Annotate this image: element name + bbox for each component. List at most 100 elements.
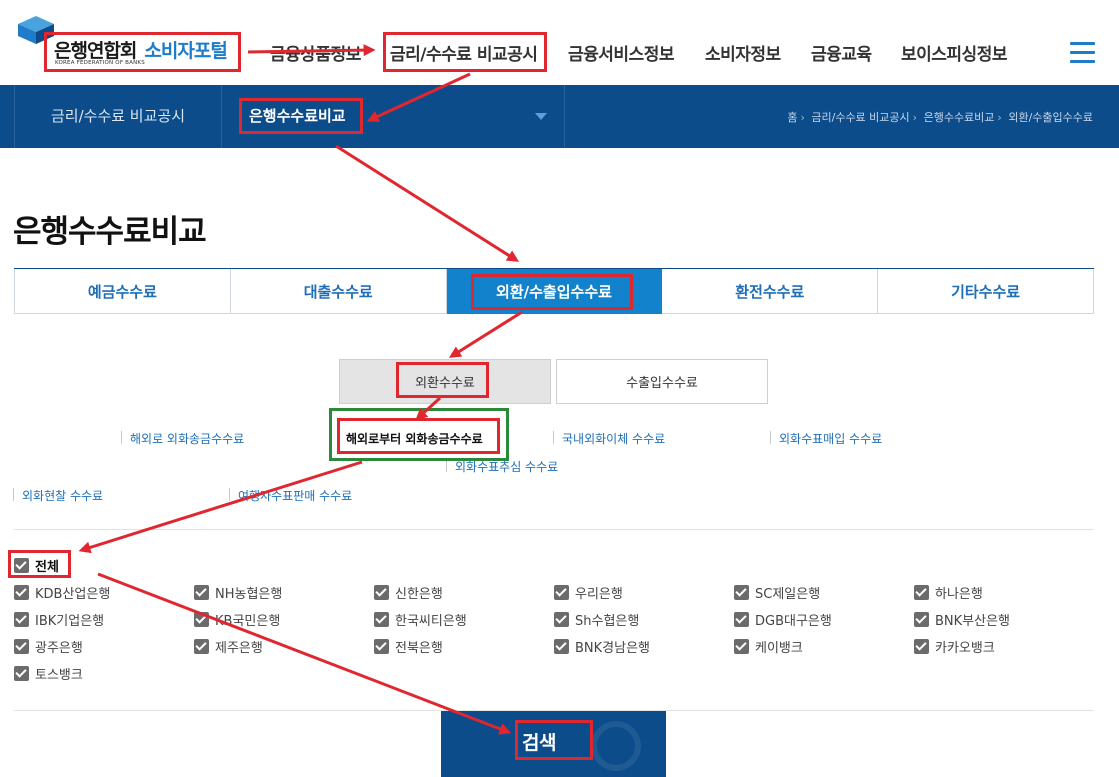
annotation-arrow: [97, 572, 512, 735]
checkbox-bank[interactable]: BNK부산은행: [914, 610, 1010, 629]
annotation-box-search: [515, 720, 593, 760]
checkbox-bank[interactable]: 한국씨티은행: [374, 610, 467, 629]
checkbox-bank-label: 토스뱅크: [35, 668, 83, 683]
fee-link-travelers-check[interactable]: 여행자수표판매 수수료: [228, 487, 352, 504]
gnb-service-info[interactable]: 금융서비스정보: [568, 40, 674, 65]
checkbox-checked-icon: [914, 639, 929, 654]
checkbox-bank-label: 제주은행: [215, 641, 263, 656]
checkbox-bank[interactable]: Sh수협은행: [554, 610, 639, 629]
checkbox-bank[interactable]: 광주은행: [14, 637, 83, 656]
breadcrumb-item[interactable]: 외환/수출입수수료: [1008, 111, 1093, 124]
checkbox-bank[interactable]: 제주은행: [194, 637, 263, 656]
checkbox-checked-icon: [374, 585, 389, 600]
annotation-arrow: [78, 460, 363, 554]
chevron-right-icon: ›: [912, 111, 918, 124]
tab-other-fee[interactable]: 기타수수료: [878, 269, 1094, 314]
checkbox-checked-icon: [734, 639, 749, 654]
checkbox-checked-icon: [734, 612, 749, 627]
checkbox-bank[interactable]: 우리은행: [554, 583, 623, 602]
checkbox-bank-label: 한국씨티은행: [395, 614, 467, 629]
checkbox-checked-icon: [374, 612, 389, 627]
checkbox-checked-icon: [554, 612, 569, 627]
checkbox-bank[interactable]: 하나은행: [914, 583, 983, 602]
fee-link-outward-remittance[interactable]: 해외로 외화송금수수료: [120, 430, 244, 447]
magnifier-icon: [591, 721, 641, 771]
checkbox-bank-label: KB국민은행: [215, 614, 281, 629]
checkbox-bank[interactable]: 전북은행: [374, 637, 443, 656]
subnav-current-dropdown[interactable]: 은행수수료비교: [223, 85, 565, 148]
chevron-right-icon: ›: [800, 111, 805, 124]
checkbox-checked-icon: [14, 639, 29, 654]
breadcrumb-home[interactable]: 홈: [787, 111, 797, 124]
annotation-box-subnav: [239, 98, 363, 134]
tab-exchange-fee[interactable]: 환전수수료: [662, 269, 879, 314]
subnav-section[interactable]: 금리/수수료 비교공시: [14, 85, 222, 148]
annotation-box-gnb: [383, 32, 547, 72]
checkbox-checked-icon: [554, 639, 569, 654]
checkbox-bank[interactable]: KB국민은행: [194, 610, 280, 629]
fee-link-check-purchase[interactable]: 외화수표매입 수수료: [769, 430, 882, 447]
annotation-box-logo: [44, 32, 241, 72]
annotation-box-subtab: [396, 362, 489, 398]
fee-link-cash[interactable]: 외화현찰 수수료: [12, 487, 103, 504]
checkbox-checked-icon: [14, 585, 29, 600]
checkbox-bank-label: 신한은행: [395, 587, 443, 602]
tab-loan-fee[interactable]: 대출수수료: [231, 269, 447, 314]
checkbox-checked-icon: [374, 639, 389, 654]
checkbox-bank[interactable]: NH농협은행: [194, 583, 282, 602]
checkbox-bank-label: 우리은행: [575, 587, 623, 602]
sub-navigation-bar: 금리/수수료 비교공시 은행수수료비교 홈 › 금리/수수료 비교공시 › 은행수수…: [0, 85, 1119, 148]
checkbox-bank[interactable]: 케이뱅크: [734, 637, 803, 656]
annotation-box-tab: [471, 274, 633, 310]
annotation-arrow: [448, 310, 523, 358]
annotation-arrow: [335, 144, 520, 262]
checkbox-bank-label: 하나은행: [935, 587, 983, 602]
checkbox-bank[interactable]: DGB대구은행: [734, 610, 832, 629]
checkbox-bank[interactable]: IBK기업은행: [14, 610, 104, 629]
checkbox-bank[interactable]: BNK경남은행: [554, 637, 650, 656]
gnb-financial-education[interactable]: 금융교육: [811, 40, 872, 65]
checkbox-checked-icon: [914, 585, 929, 600]
checkbox-bank-label: 전북은행: [395, 641, 443, 656]
checkbox-bank-label: 광주은행: [35, 641, 83, 656]
checkbox-checked-icon: [14, 612, 29, 627]
checkbox-bank[interactable]: 토스뱅크: [14, 664, 83, 683]
hamburger-menu-icon[interactable]: [1070, 42, 1095, 64]
checkbox-bank[interactable]: KDB산업은행: [14, 583, 110, 602]
checkbox-bank[interactable]: SC제일은행: [734, 583, 820, 602]
checkbox-checked-icon: [194, 612, 209, 627]
checkbox-checked-icon: [914, 612, 929, 627]
checkbox-checked-icon: [14, 666, 29, 681]
chevron-right-icon: ›: [997, 111, 1002, 124]
checkbox-bank-label: Sh수협은행: [575, 614, 640, 629]
gnb-voice-phishing[interactable]: 보이스피싱정보: [901, 40, 1007, 65]
checkbox-bank[interactable]: 카카오뱅크: [914, 637, 995, 656]
page-title: 은행수수료비교: [13, 214, 207, 250]
tab-deposit-fee[interactable]: 예금수수료: [14, 269, 231, 314]
divider: [14, 529, 1094, 530]
chevron-down-icon: [535, 113, 547, 120]
checkbox-bank-label: NH농협은행: [215, 587, 283, 602]
breadcrumb-item[interactable]: 은행수수료비교: [924, 111, 995, 124]
checkbox-checked-icon: [554, 585, 569, 600]
subtab-trade-fee[interactable]: 수출입수수료: [556, 359, 768, 404]
checkbox-bank[interactable]: 신한은행: [374, 583, 443, 602]
breadcrumb-item[interactable]: 금리/수수료 비교공시: [811, 111, 909, 124]
checkbox-checked-icon: [734, 585, 749, 600]
checkbox-checked-icon: [194, 639, 209, 654]
checkbox-bank-label: KDB산업은행: [35, 587, 111, 602]
checkbox-bank-label: 케이뱅크: [755, 641, 803, 656]
checkbox-bank-label: DGB대구은행: [755, 614, 832, 629]
gnb-consumer-info[interactable]: 소비자정보: [705, 40, 781, 65]
checkbox-bank-label: BNK부산은행: [935, 614, 1011, 629]
breadcrumb: 홈 › 금리/수수료 비교공시 › 은행수수료비교 › 외환/수출입수수료: [787, 109, 1093, 125]
checkbox-bank-label: 카카오뱅크: [935, 641, 995, 656]
annotation-box-fee-red: [337, 418, 500, 454]
fee-link-domestic-forex-transfer[interactable]: 국내외화이체 수수료: [552, 430, 665, 447]
checkbox-bank-label: BNK경남은행: [575, 641, 651, 656]
checkbox-checked-icon: [194, 585, 209, 600]
annotation-box-all: [8, 550, 71, 578]
gnb-product-info[interactable]: 금융상품정보: [270, 40, 361, 65]
checkbox-bank-label: SC제일은행: [755, 587, 821, 602]
checkbox-bank-label: IBK기업은행: [35, 614, 105, 629]
